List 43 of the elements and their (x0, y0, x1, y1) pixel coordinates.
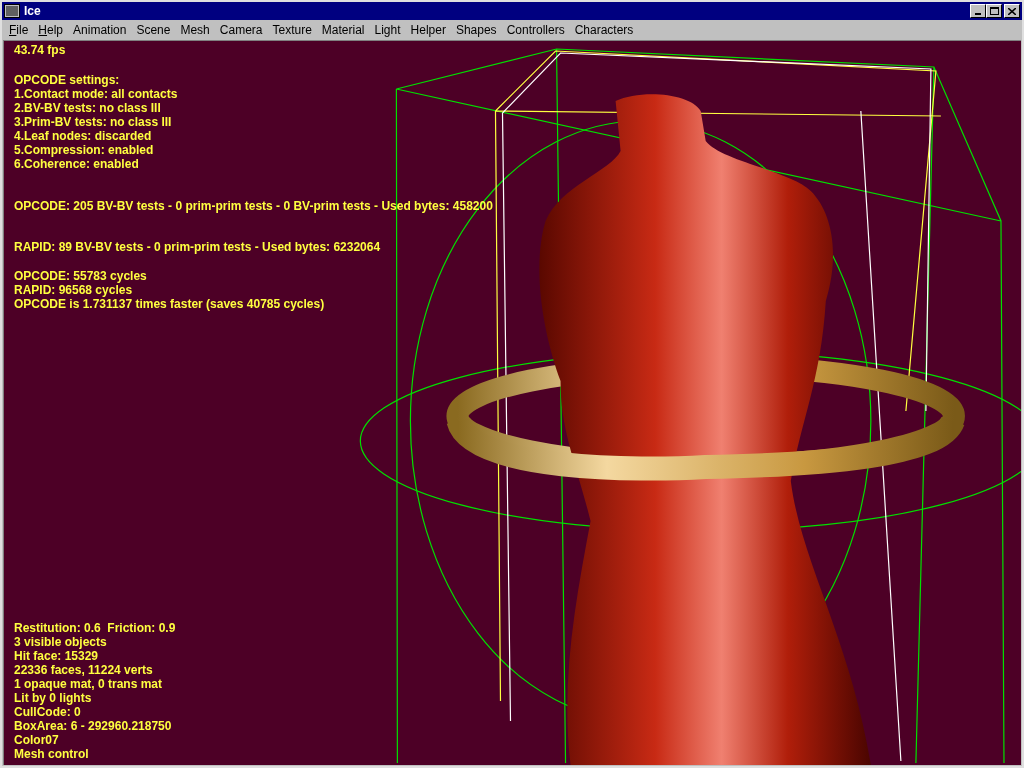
maximize-icon (989, 7, 999, 15)
menu-item[interactable]: Mesh (175, 21, 215, 39)
overlay-text: Restitution: 0.6 Friction: 0.9 (14, 621, 176, 635)
overlay-text: BoxArea: 6 - 292960.218750 (14, 719, 172, 733)
close-icon (1008, 7, 1016, 15)
menu-item[interactable]: Animation (68, 21, 132, 39)
overlay-text: 3.Prim-BV tests: no class III (14, 115, 172, 129)
overlay-text: 3 visible objects (14, 635, 107, 649)
overlay-text: 22336 faces, 11224 verts (14, 663, 153, 677)
close-button[interactable] (1004, 4, 1020, 18)
overlay-text: 4.Leaf nodes: discarded (14, 129, 152, 143)
menu-item[interactable]: Scene (131, 21, 176, 39)
menu-item[interactable]: Camera (214, 21, 268, 39)
menu-item[interactable]: Help (33, 21, 69, 39)
overlay-text: 1.Contact mode: all contacts (14, 87, 178, 101)
maximize-button[interactable] (986, 4, 1002, 18)
overlay-text: 43.74 fps (14, 43, 66, 57)
overlay-text: 6.Coherence: enabled (14, 157, 139, 171)
overlay-text: Lit by 0 lights (14, 691, 92, 705)
overlay-text: Color07 (14, 733, 59, 747)
overlay-text: RAPID: 89 BV-BV tests - 0 prim-prim tests - Used bytes: 6232064 (14, 240, 381, 254)
app-icon (4, 4, 20, 18)
minimize-button[interactable] (970, 4, 986, 18)
menu-item[interactable]: Characters (569, 21, 639, 39)
menu-item[interactable]: Light (369, 21, 406, 39)
menu-item[interactable]: Helper (405, 21, 451, 39)
menu-item[interactable]: Controllers (501, 21, 570, 39)
overlay-text: Hit face: 15329 (14, 649, 99, 663)
overlay-text: OPCODE: 55783 cycles (14, 269, 147, 283)
overlay-text: 5.Compression: enabled (14, 143, 154, 157)
menu-item[interactable]: File (4, 21, 34, 39)
window-title: Ice (24, 3, 41, 20)
minimize-icon (975, 13, 981, 15)
overlay-text: OPCODE is 1.731137 times faster (saves 40785 cycles) (14, 297, 325, 311)
overlay-text: RAPID: 96568 cycles (14, 283, 133, 297)
overlay-text: 1 opaque mat, 0 trans mat (14, 677, 163, 691)
overlay-text: Mesh control (14, 747, 89, 761)
overlay-text: OPCODE settings: (14, 73, 120, 87)
menu-item[interactable]: Shapes (450, 21, 502, 39)
menu-item[interactable]: Material (316, 21, 370, 39)
overlay-text: 2.BV-BV tests: no class III (14, 101, 161, 115)
menu-item[interactable]: Texture (267, 21, 317, 39)
overlay-text: CullCode: 0 (14, 705, 81, 719)
